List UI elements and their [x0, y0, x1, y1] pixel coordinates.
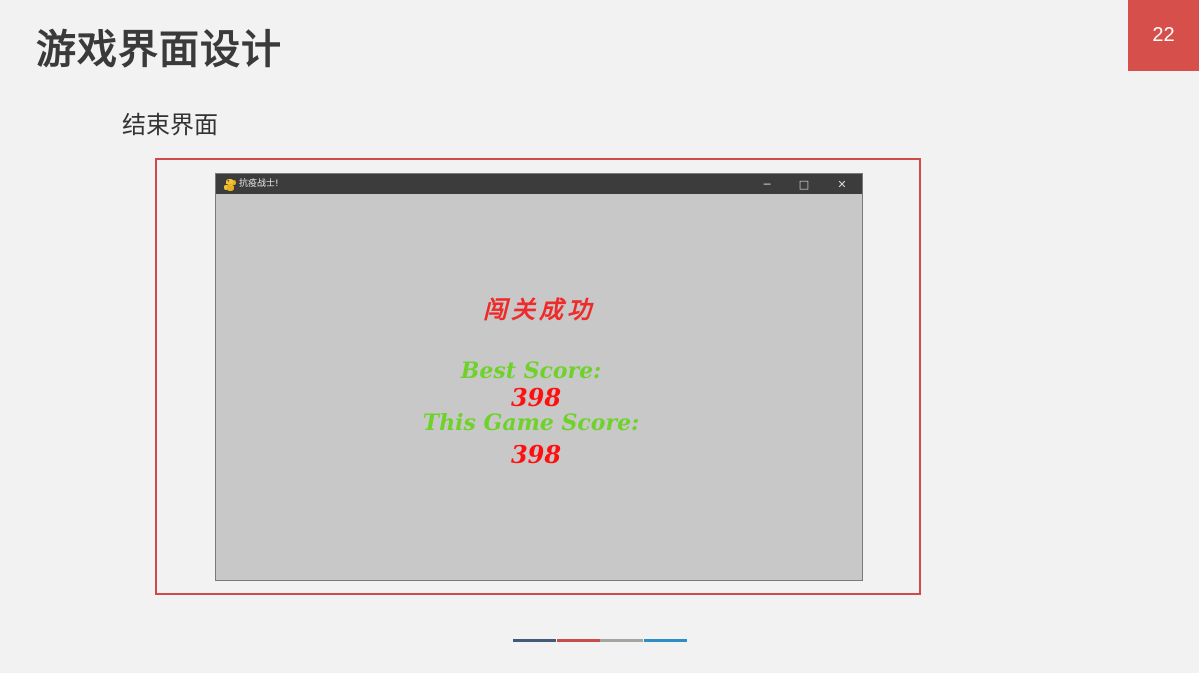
this-game-score-value: 398: [510, 440, 562, 469]
window-titlebar[interactable]: 抗疫战士! ─ □ ✕: [216, 174, 862, 194]
decorative-bar-4: [644, 639, 687, 642]
window-title: 抗疫战士!: [239, 179, 279, 189]
decorative-bar-2: [557, 639, 600, 642]
game-window: 抗疫战士! ─ □ ✕ 闯关成功 Best Score: 398 This Ga…: [215, 173, 863, 581]
python-snake-icon: [223, 177, 237, 191]
close-button[interactable]: ✕: [824, 174, 860, 194]
decorative-bar-3: [600, 639, 643, 642]
maximize-button[interactable]: □: [786, 174, 822, 194]
page-number-badge: 22: [1128, 0, 1199, 71]
best-score-label: Best Score:: [460, 358, 602, 384]
game-canvas[interactable]: 闯关成功 Best Score: 398 This Game Score: 39…: [216, 194, 862, 580]
level-complete-text: 闯关成功: [483, 295, 595, 324]
best-score-value: 398: [510, 383, 562, 412]
minimize-button[interactable]: ─: [749, 174, 785, 194]
decorative-bar-1: [513, 639, 556, 642]
slide-subtitle: 结束界面: [122, 111, 218, 139]
this-game-score-label: This Game Score:: [422, 410, 640, 436]
slide-title: 游戏界面设计: [36, 27, 282, 73]
